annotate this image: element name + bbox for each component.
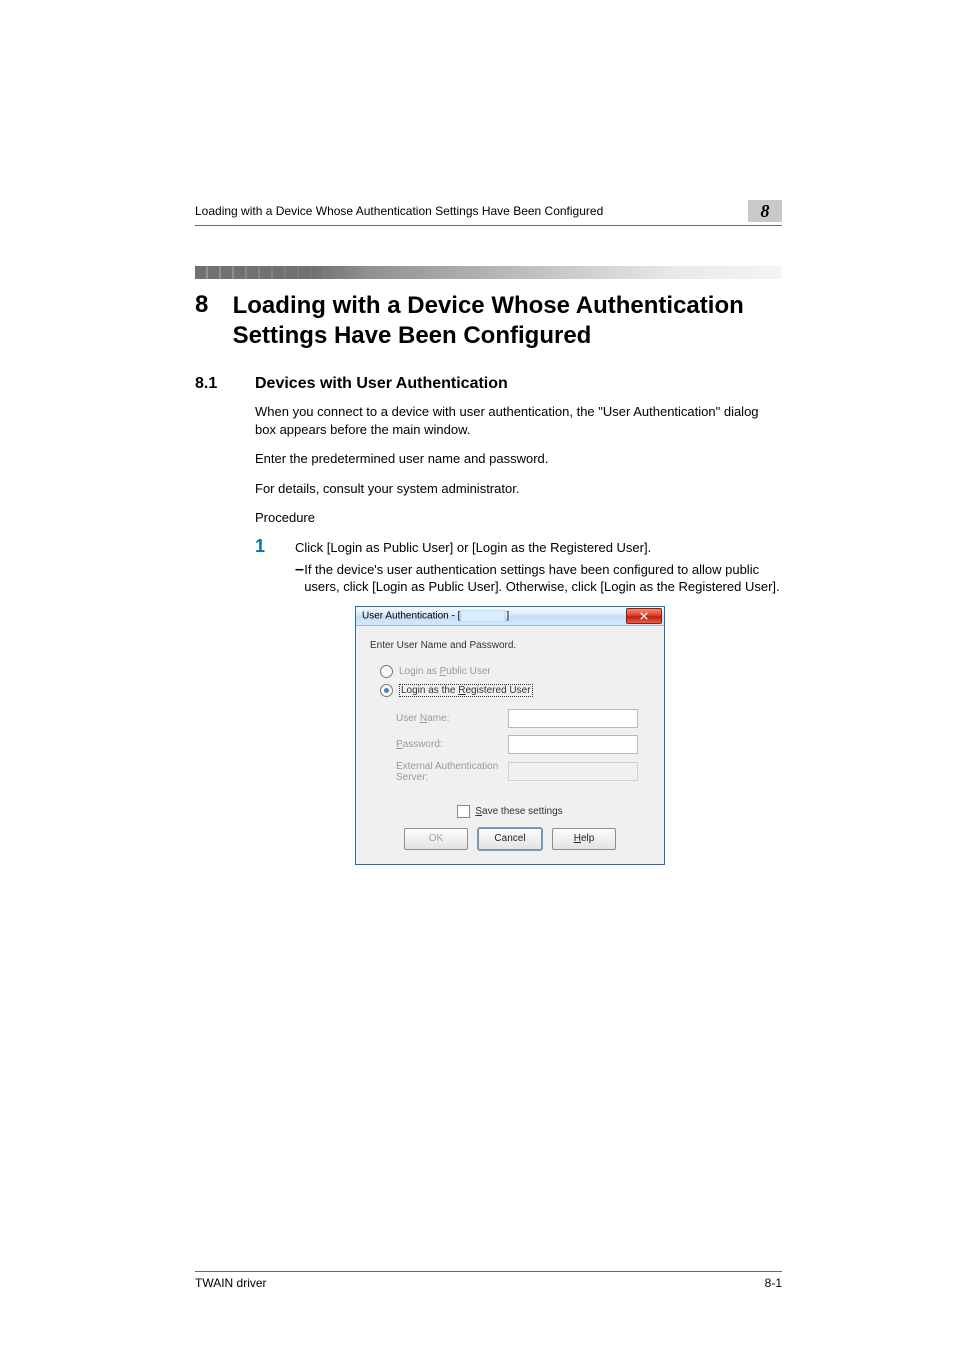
dialog-titlebar: User Authentication - [] bbox=[356, 607, 664, 626]
step-text: Click [Login as Public User] or [Login a… bbox=[295, 539, 651, 557]
paragraph: Enter the predetermined user name and pa… bbox=[255, 450, 782, 468]
step-row: 1 Click [Login as Public User] or [Login… bbox=[255, 539, 782, 557]
radio-login-public[interactable]: Login as Public User bbox=[380, 665, 650, 678]
chapter-title: Loading with a Device Whose Authenticati… bbox=[233, 291, 782, 351]
step-number: 1 bbox=[255, 536, 295, 557]
substep-text: If the device's user authentication sett… bbox=[304, 561, 782, 596]
chapter-title-row: 8 Loading with a Device Whose Authentica… bbox=[195, 291, 782, 351]
page-footer: TWAIN driver 8-1 bbox=[195, 1271, 782, 1290]
username-label: User Name: bbox=[396, 713, 508, 724]
dialog-button-row: OK Cancel Help bbox=[370, 828, 650, 852]
user-authentication-dialog: User Authentication - [] Enter User Name… bbox=[355, 606, 665, 865]
extauth-input bbox=[508, 762, 638, 781]
field-username: User Name: bbox=[396, 709, 650, 728]
password-input[interactable] bbox=[508, 735, 638, 754]
save-settings-row[interactable]: Save these settings bbox=[370, 805, 650, 818]
radio-label: Login as Public User bbox=[399, 666, 491, 677]
close-icon bbox=[640, 612, 648, 620]
substep-bullet: – bbox=[295, 561, 304, 596]
dialog-body: Enter User Name and Password. Login as P… bbox=[356, 626, 664, 864]
running-title: Loading with a Device Whose Authenticati… bbox=[195, 204, 740, 218]
dialog-title: User Authentication - [] bbox=[362, 610, 509, 622]
paragraph: When you connect to a device with user a… bbox=[255, 403, 782, 438]
footer-left: TWAIN driver bbox=[195, 1276, 267, 1290]
dialog-prompt: Enter User Name and Password. bbox=[370, 640, 650, 651]
redacted-text bbox=[461, 610, 505, 622]
field-password: Password: bbox=[396, 735, 650, 754]
section-heading-row: 8.1 Devices with User Authentication bbox=[195, 375, 782, 393]
field-external-auth: External Authentication Server: bbox=[396, 761, 650, 783]
ok-button[interactable]: OK bbox=[404, 828, 468, 850]
footer-right: 8-1 bbox=[765, 1276, 782, 1290]
radio-label: Login as the Registered User bbox=[399, 684, 533, 697]
close-button[interactable] bbox=[626, 608, 662, 624]
chapter-number: 8 bbox=[195, 291, 233, 319]
save-settings-label: Save these settings bbox=[475, 806, 562, 817]
help-button[interactable]: Help bbox=[552, 828, 616, 850]
section-number: 8.1 bbox=[195, 375, 255, 393]
radio-icon bbox=[380, 665, 393, 678]
username-input[interactable] bbox=[508, 709, 638, 728]
radio-login-registered[interactable]: Login as the Registered User bbox=[380, 684, 650, 697]
cancel-button[interactable]: Cancel bbox=[478, 828, 542, 850]
gradient-divider bbox=[195, 266, 782, 279]
paragraph: Procedure bbox=[255, 509, 782, 527]
substep-row: – If the device's user authentication se… bbox=[295, 561, 782, 596]
running-header: Loading with a Device Whose Authenticati… bbox=[195, 200, 782, 226]
checkbox-icon bbox=[457, 805, 470, 818]
paragraph: For details, consult your system adminis… bbox=[255, 480, 782, 498]
section-heading: Devices with User Authentication bbox=[255, 375, 508, 393]
chapter-badge: 8 bbox=[748, 200, 782, 222]
radio-icon bbox=[380, 684, 393, 697]
extauth-label: External Authentication Server: bbox=[396, 761, 508, 783]
password-label: Password: bbox=[396, 739, 508, 750]
